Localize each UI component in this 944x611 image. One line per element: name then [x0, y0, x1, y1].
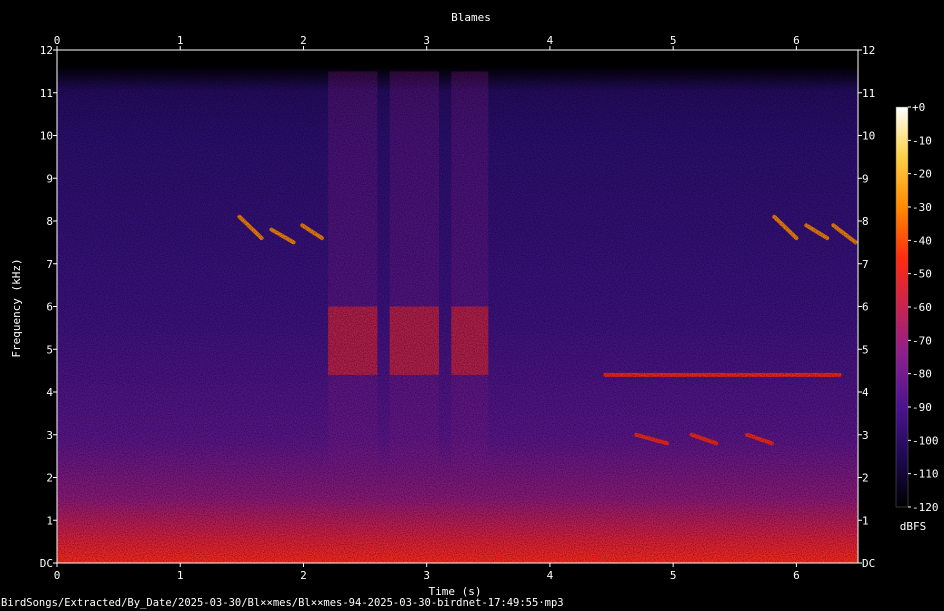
x-tick-label-top: 2 — [300, 34, 307, 47]
x-tick-label-bottom: 5 — [670, 569, 677, 582]
file-path: BirdSongs/Extracted/By_Date/2025-03-30/B… — [1, 597, 564, 609]
colorbar-tick-label: -30 — [912, 201, 932, 214]
y-tick-label-right: 2 — [862, 472, 869, 485]
colorbar-tick-label: -80 — [912, 368, 932, 381]
x-tick-label-bottom: 0 — [54, 569, 61, 582]
x-tick-label-bottom: 1 — [177, 569, 184, 582]
colorbar-tick-label: -110 — [912, 468, 939, 481]
x-tick-label-top: 1 — [177, 34, 184, 47]
y-tick-label-right: 7 — [862, 258, 869, 271]
y-tick-label-left: 11 — [40, 87, 53, 100]
y-tick-label-right: 3 — [862, 429, 869, 442]
y-tick-label-left: 7 — [46, 258, 53, 271]
colorbar-tick-label: -90 — [912, 401, 932, 414]
colorbar-ticks: +0 -10 -20 -30 -40 -50 -60 -70 -80 -90 -100 -110 -12… — [908, 101, 939, 514]
colorbar-tick-label: -20 — [912, 168, 932, 181]
y-tick-label-right: 6 — [862, 301, 869, 314]
spectrogram-noise-texture — [57, 66, 858, 563]
colorbar-tick-label: -50 — [912, 268, 932, 281]
y-tick-label-right: 12 — [862, 44, 875, 57]
x-tick-label-bottom: 3 — [423, 569, 430, 582]
x-tick-label-bottom: 6 — [793, 569, 800, 582]
y-tick-label-right: 11 — [862, 87, 875, 100]
y-tick-label-left: 5 — [46, 343, 53, 356]
colorbar-tick-label: -10 — [912, 134, 932, 147]
colorbar-tick-label: +0 — [912, 101, 925, 114]
y-tick-label-left: 12 — [40, 44, 53, 57]
y-tick-label-right: 1 — [862, 514, 869, 527]
y-tick-label-right: 8 — [862, 215, 869, 228]
x-tick-label-bottom: 2 — [300, 569, 307, 582]
y-tick-label-left: 8 — [46, 215, 53, 228]
colorbar-label: dBFS — [900, 520, 927, 533]
x-tick-label-top: 0 — [54, 34, 61, 47]
x-tick-label-top: 4 — [547, 34, 554, 47]
x-tick-label-bottom: 4 — [547, 569, 554, 582]
chart-title: Blames — [451, 11, 491, 24]
x-tick-label-top: 6 — [793, 34, 800, 47]
y-tick-label-left: DC — [40, 557, 53, 570]
y-tick-label-right: DC — [862, 557, 875, 570]
colorbar-tick-label: -120 — [912, 501, 939, 514]
y-tick-label-left: 4 — [46, 386, 53, 399]
colorbar-tick-label: -70 — [912, 334, 932, 347]
colorbar-tick-label: -40 — [912, 234, 932, 247]
spectrogram-chart: 00112233445566DC DC1 12 23 34 45 56 67 78 89 910 10… — [10, 11, 939, 598]
y-tick-label-right: 10 — [862, 130, 875, 143]
y-tick-label-left: 2 — [46, 472, 53, 485]
y-tick-label-right: 9 — [862, 172, 869, 185]
y-tick-label-left: 10 — [40, 130, 53, 143]
x-tick-label-top: 3 — [423, 34, 430, 47]
y-tick-label-left: 3 — [46, 429, 53, 442]
y-tick-label-left: 1 — [46, 514, 53, 527]
colorbar — [895, 106, 909, 508]
colorbar-tick-label: -60 — [912, 301, 932, 314]
y-axis-label: Frequency (kHz) — [10, 258, 23, 357]
y-tick-label-left: 6 — [46, 301, 53, 314]
y-tick-label-right: 5 — [862, 343, 869, 356]
y-tick-label-left: 9 — [46, 172, 53, 185]
x-tick-label-top: 5 — [670, 34, 677, 47]
y-tick-label-right: 4 — [862, 386, 869, 399]
colorbar-tick-label: -100 — [912, 434, 939, 447]
